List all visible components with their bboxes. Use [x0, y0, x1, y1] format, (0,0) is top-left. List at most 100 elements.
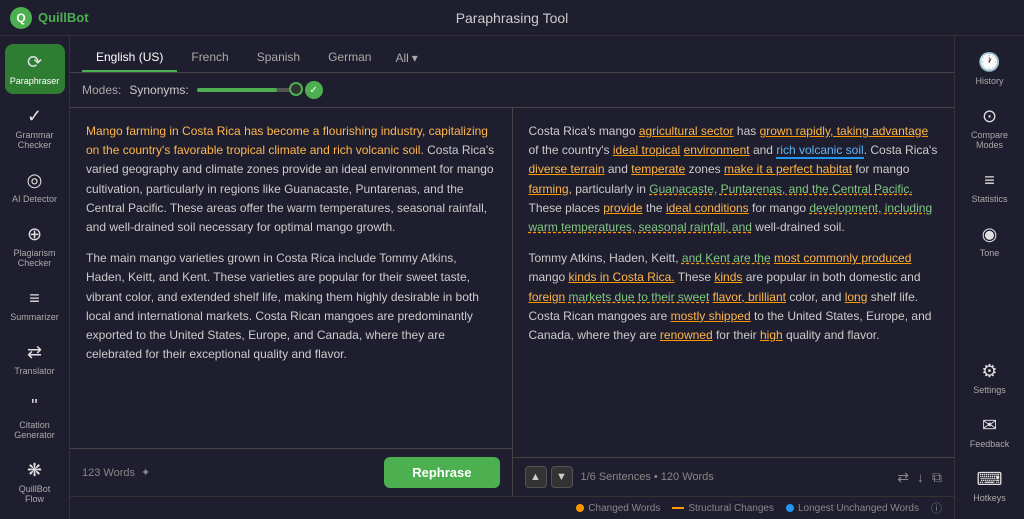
- synonyms-label: Synonyms:: [129, 83, 188, 97]
- output-structural-1: Guanacaste, Puntarenas, and the Central …: [649, 182, 913, 196]
- sidebar-right-history[interactable]: 🕐 History: [960, 44, 1020, 94]
- statistics-label: Statistics: [971, 194, 1007, 204]
- feedback-label: Feedback: [970, 439, 1010, 449]
- logo: Q QuillBot: [10, 7, 89, 29]
- plagiarism-icon: ⊕: [27, 224, 42, 245]
- output-changed-4: environment: [684, 143, 750, 157]
- flow-icon: ❋: [27, 460, 42, 481]
- sidebar-item-paraphraser[interactable]: ⟳ Paraphraser: [5, 44, 65, 94]
- output-actions: ⇄ ↓ ⧉: [897, 469, 942, 486]
- unchanged-dot: [786, 504, 794, 512]
- legend-info-icon[interactable]: ⓘ: [931, 500, 942, 516]
- input-editor: Mango farming in Costa Rica has become a…: [70, 108, 513, 496]
- changed-dot: [576, 504, 584, 512]
- output-changed-12: kinds in Costa Rica.: [569, 270, 675, 284]
- output-p1-m: for mango: [749, 201, 810, 215]
- sidebar-right-tone[interactable]: ◉ Tone: [960, 216, 1020, 266]
- feedback-icon: ✉: [982, 415, 997, 436]
- output-p2-a: Tommy Atkins, Haden, Keitt,: [529, 251, 682, 265]
- input-editor-footer: 123 Words ✦ Rephrase: [70, 448, 512, 496]
- synonyms-mode: Synonyms: ✓: [129, 81, 322, 99]
- history-icon: 🕐: [978, 52, 1000, 73]
- tab-german[interactable]: German: [314, 44, 385, 72]
- input-text-p2: The main mango varieties grown in Costa …: [86, 249, 496, 364]
- output-changed-13: kinds: [714, 270, 742, 284]
- output-unchanged-1: rich volcanic soil: [776, 143, 863, 159]
- slider-fill: [197, 88, 277, 92]
- download-icon[interactable]: ↓: [917, 469, 924, 486]
- output-changed-18: renowned: [660, 328, 713, 342]
- compare-label: Compare Modes: [964, 130, 1016, 150]
- legend-changed-label: Changed Words: [588, 503, 660, 514]
- sidebar-right-hotkeys[interactable]: ⌨ Hotkeys: [960, 461, 1020, 511]
- sidebar-right-feedback[interactable]: ✉ Feedback: [960, 407, 1020, 457]
- header: Q QuillBot Paraphrasing Tool: [0, 0, 1024, 36]
- citation-icon: ": [31, 396, 37, 417]
- page-title: Paraphrasing Tool: [456, 10, 569, 26]
- tab-all-label: All: [395, 51, 408, 65]
- output-p2-k: for their: [713, 328, 760, 342]
- paraphraser-icon: ⟳: [27, 52, 42, 73]
- tab-spanish[interactable]: Spanish: [243, 44, 314, 72]
- output-changed-19: high: [760, 328, 783, 342]
- output-p2-d: These: [675, 270, 715, 284]
- sidebar-item-ai[interactable]: ◎ AI Detector: [5, 162, 65, 212]
- tone-label: Tone: [980, 248, 1000, 258]
- sidebar-right-statistics[interactable]: ≡ Statistics: [960, 162, 1020, 212]
- synonyms-slider[interactable]: [197, 88, 297, 92]
- output-changed-6: temperate: [631, 162, 685, 176]
- slider-end-icon: ✓: [305, 81, 323, 99]
- sidebar-item-citation[interactable]: " Citation Generator: [5, 388, 65, 448]
- tab-french[interactable]: French: [177, 44, 242, 72]
- sidebar-label-grammar: Grammar Checker: [9, 130, 61, 150]
- input-text-area[interactable]: Mango farming in Costa Rica has become a…: [70, 108, 512, 448]
- output-text-area[interactable]: Costa Rica's mango agricultural sector h…: [513, 108, 955, 457]
- tab-english[interactable]: English (US): [82, 44, 177, 72]
- copy-icon[interactable]: ⧉: [932, 469, 942, 486]
- output-p1-l: the: [643, 201, 666, 215]
- output-editor: Costa Rica's mango agricultural sector h…: [513, 108, 955, 496]
- sidebar-item-summarizer[interactable]: ≡ Summarizer: [5, 280, 65, 330]
- history-label: History: [975, 76, 1003, 86]
- output-p1-b: has: [734, 124, 760, 138]
- sidebar-label-flow: QuillBot Flow: [9, 484, 61, 504]
- sidebar-right-compare[interactable]: ⊙ Compare Modes: [960, 98, 1020, 158]
- output-p1-e: and: [750, 143, 777, 157]
- legend-structural-label: Structural Changes: [688, 503, 774, 514]
- output-p1-a: Costa Rica's mango: [529, 124, 639, 138]
- output-changed-14: foreign: [529, 290, 566, 304]
- legend-structural: Structural Changes: [672, 503, 774, 514]
- sidebar-label-plagiarism: Plagiarism Checker: [9, 248, 61, 268]
- output-changed-1: agricultural sector: [639, 124, 734, 138]
- sidebar-label-ai: AI Detector: [12, 194, 57, 204]
- nav-down-button[interactable]: ▼: [551, 466, 573, 488]
- structural-dash: [672, 507, 684, 509]
- nav-up-button[interactable]: ▲: [525, 466, 547, 488]
- sidebar-item-flow[interactable]: ❋ QuillBot Flow: [5, 452, 65, 512]
- compare-icon[interactable]: ⇄: [897, 469, 909, 486]
- chevron-down-icon: ▾: [412, 51, 418, 65]
- tab-all[interactable]: All ▾: [385, 45, 427, 71]
- sentence-nav: ▲ ▼: [525, 466, 573, 488]
- sidebar-item-grammar[interactable]: ✓ Grammar Checker: [5, 98, 65, 158]
- output-changed-7: make it a perfect habitat: [724, 162, 852, 176]
- sidebar-right-settings[interactable]: ⚙ Settings: [960, 353, 1020, 403]
- output-changed-3: ideal tropical: [613, 143, 680, 157]
- settings-label: Settings: [973, 385, 1006, 395]
- sidebar-label-citation: Citation Generator: [9, 420, 61, 440]
- rephrase-button[interactable]: Rephrase: [384, 457, 499, 488]
- sidebar-left: ⟳ Paraphraser ✓ Grammar Checker ◎ AI Det…: [0, 36, 70, 519]
- content-area: English (US) French Spanish German All ▾…: [70, 36, 954, 519]
- modes-label: Modes:: [82, 83, 121, 97]
- sidebar-item-plagiarism[interactable]: ⊕ Plagiarism Checker: [5, 216, 65, 276]
- output-p1-c: of the country's: [529, 143, 613, 157]
- sidebar-label-paraphraser: Paraphraser: [10, 76, 60, 86]
- output-p1-g: and: [605, 162, 632, 176]
- output-p1-n: well-drained soil.: [752, 220, 845, 234]
- sidebar-item-translator[interactable]: ⇄ Translator: [5, 334, 65, 384]
- output-changed-15: flavor, brilliant: [713, 290, 786, 304]
- grammar-icon: ✓: [27, 106, 42, 127]
- language-tabs: English (US) French Spanish German All ▾: [70, 36, 954, 73]
- word-count: 123 Words ✦: [82, 466, 150, 479]
- output-p1-h: zones: [685, 162, 724, 176]
